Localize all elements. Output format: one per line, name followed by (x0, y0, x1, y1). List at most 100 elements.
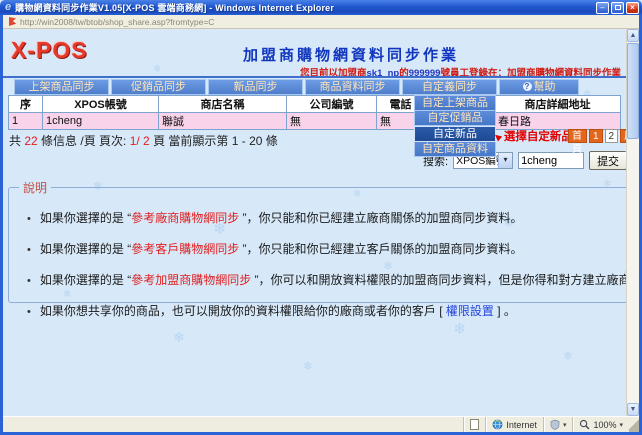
restore-icon (615, 5, 621, 10)
restore-button[interactable] (611, 2, 624, 14)
note-text: 如果你選擇的是 “ (40, 242, 131, 256)
tab-help-label: 幫助 (534, 81, 556, 93)
cell-company: 無 (287, 113, 377, 130)
note-text: 如果你選擇的是 “ (40, 211, 131, 225)
status-page-panel (463, 417, 485, 432)
bullet-icon: • (27, 213, 31, 225)
note-text: 如果你想共享你的商品，也可以開放你的資料權限給你的廠商或者你的客戶 [ (40, 304, 446, 318)
title-bar: e 購物網資料同步作業V1.05[X-POS 雲端商務網] - Windows … (0, 0, 642, 15)
cell-shop: 聯誠 (159, 113, 287, 130)
shield-icon (550, 419, 560, 430)
page-alert-icon (9, 17, 16, 26)
page-1-button[interactable]: 1 (589, 129, 603, 143)
col-shop-name: 商店名稱 (159, 96, 287, 113)
header-divider (3, 76, 626, 78)
menu-item-custom-shelf[interactable]: 自定上架商品 (414, 95, 496, 111)
tab-productdata-sync[interactable]: 商品資料同步 (305, 79, 400, 95)
snowflake-icon: ❄ (173, 329, 185, 346)
snowflake-icon: ❄ (153, 64, 161, 75)
minimize-button[interactable]: – (596, 2, 609, 14)
col-xpos-account: XPOS帳號 (43, 96, 159, 113)
record-count: 22 (24, 134, 37, 148)
note-text: 如果你選擇的是 “ (40, 273, 131, 287)
xpos-logo: X-POS (11, 37, 88, 64)
status-message-area (3, 417, 463, 432)
note-highlight: 參考客戶購物網同步 (131, 242, 239, 256)
page-content: ❄ ❄ ❄ ❄ ❄ ❄ ❄ ❄ ❄ ❄ ❄ ❄ ❄ ❄ ❄ ❄ ❄ ❄ X-PO… (3, 29, 639, 416)
permission-settings-link[interactable]: 權限設置 (446, 304, 494, 318)
security-zone-label: Internet (506, 420, 537, 430)
col-company-no: 公司編號 (287, 96, 377, 113)
cell-seq: 1 (9, 113, 43, 130)
tab-help[interactable]: ?幫助 (499, 79, 579, 95)
submit-button[interactable]: 提交 (589, 151, 627, 170)
note-text: ”，你只能和你已經建立客戶關係的加盟商同步資料。 (239, 242, 522, 256)
tab-custom-sync[interactable]: 自定義同步 (402, 79, 497, 95)
menu-item-custom-newitem[interactable]: 自定新品 (414, 126, 496, 142)
scrollbar-thumb[interactable] (627, 43, 639, 139)
page-title: 加盟商購物網資料同步作業 (113, 44, 589, 65)
ie-logo-icon: e (5, 2, 11, 13)
note-item: • 如果你選擇的是 “參考客戶購物網同步 ”，你只能和你已經建立客戶關係的加盟商同… (27, 240, 639, 257)
bullet-icon: • (27, 275, 31, 287)
chevron-down-icon: ▾ (563, 421, 567, 429)
globe-icon (492, 419, 503, 430)
status-bar: Internet ▾ 100% ▾ (3, 416, 639, 432)
browser-window: e 購物網資料同步作業V1.05[X-POS 雲端商務網] - Windows … (0, 0, 642, 435)
help-icon: ? (523, 82, 532, 91)
magnifier-icon (579, 419, 590, 430)
window-title: 購物網資料同步作業V1.05[X-POS 雲端商務網] - Windows In… (15, 1, 596, 14)
page-icon (470, 419, 479, 430)
zoom-level-label: 100% (593, 420, 616, 430)
zoom-control[interactable]: 100% ▾ (572, 417, 629, 432)
note-highlight: 參考加盟商購物網同步 (131, 273, 251, 287)
page-2-button[interactable]: 2 (605, 129, 619, 143)
note-text: ”，你可以和開放資料權限的加盟商同步資料，但是你得和對方建立廠商關係。 (251, 273, 639, 287)
security-zone-panel: Internet (485, 417, 543, 432)
custom-sync-menu: 自定上架商品 自定促銷品 自定新品 自定商品資料 (414, 95, 496, 157)
note-item: • 如果你選擇的是 “參考廠商購物網同步 ”，你只能和你已經建立廠商關係的加盟商同… (27, 209, 639, 226)
snowflake-icon: ❄ (303, 359, 313, 373)
notes-list: •如果你選擇的是 “參考廠商購物網同步 ”，你只能和你已經建立廠商關係的加盟商同… (27, 209, 639, 319)
first-page-button[interactable]: 首頁 (568, 129, 587, 143)
window-frame: http://win2008/tw/btob/shop_share.asp?fr… (0, 15, 642, 435)
info-text: 共 (9, 134, 24, 148)
cell-account: 1cheng (43, 113, 159, 130)
table-header-row: 序 XPOS帳號 商店名稱 公司編號 電話 商店詳細地址 (9, 96, 621, 113)
tab-promo-sync[interactable]: 促銷品同步 (111, 79, 206, 95)
note-text: ”，你只能和你已經建立廠商關係的加盟商同步資料。 (239, 211, 522, 225)
menu-item-custom-productdata[interactable]: 自定商品資料 (414, 142, 496, 158)
note-item: • 如果你選擇的是 “參考加盟商購物網同步 ”，你可以和開放資料權限的加盟商同步資… (27, 271, 639, 288)
filter-panel[interactable]: ▾ (543, 417, 573, 432)
page-url: http://win2008/tw/btob/shop_share.asp?fr… (20, 17, 214, 27)
merchant-table: 序 XPOS帳號 商店名稱 公司編號 電話 商店詳細地址 1 1cheng 聯誠… (8, 95, 621, 130)
bullet-icon: • (27, 244, 31, 256)
notes-fieldset: 說明 •如果你選擇的是 “參考廠商購物網同步 ”，你只能和你已經建立廠商關係的加… (8, 179, 639, 303)
vertical-scrollbar[interactable]: ▲ ▼ (626, 29, 639, 416)
chevron-down-icon: ▾ (498, 153, 512, 168)
tab-shelf-sync[interactable]: 上架商品同步 (14, 79, 109, 95)
menu-item-custom-promo[interactable]: 自定促銷品 (414, 111, 496, 127)
resize-grip[interactable] (629, 417, 639, 432)
close-button[interactable]: × (626, 2, 639, 14)
col-address: 商店詳細地址 (495, 96, 621, 113)
note-highlight: 參考廠商購物網同步 (131, 211, 239, 225)
scroll-up-icon[interactable]: ▲ (627, 29, 639, 42)
table-row: 1 1cheng 聯誠 無 無 春日路 (9, 113, 621, 130)
notes-legend: 說明 (19, 179, 51, 196)
callout-select-newitem: ◄選擇自定新品 (492, 128, 573, 144)
chevron-down-icon: ▾ (619, 421, 623, 429)
callout-text: 選擇自定新品 (504, 131, 573, 143)
scroll-down-icon[interactable]: ▼ (627, 403, 639, 416)
tab-newitem-sync[interactable]: 新品同步 (208, 79, 303, 95)
snowflake-icon: ❄ (563, 349, 573, 363)
record-info: 共 22 條信息 /頁 頁次: 1/ 2 頁 當前顯示第 1 - 20 條 (9, 132, 278, 149)
snowflake-icon: ❄ (453, 319, 466, 339)
bullet-icon: • (27, 306, 31, 318)
note-text: ] 。 (494, 304, 516, 318)
note-item: • 如果你想共享你的商品，也可以開放你的資料權限給你的廠商或者你的客戶 [ 權限設… (27, 302, 639, 319)
cell-address: 春日路 (495, 113, 621, 130)
nav-bar: 上架商品同步 促銷品同步 新品同步 商品資料同步 自定義同步 ?幫助 (14, 79, 579, 95)
info-text: 頁 當前顯示第 1 - 20 條 (150, 134, 278, 148)
address-bar: http://win2008/tw/btob/shop_share.asp?fr… (3, 15, 639, 29)
